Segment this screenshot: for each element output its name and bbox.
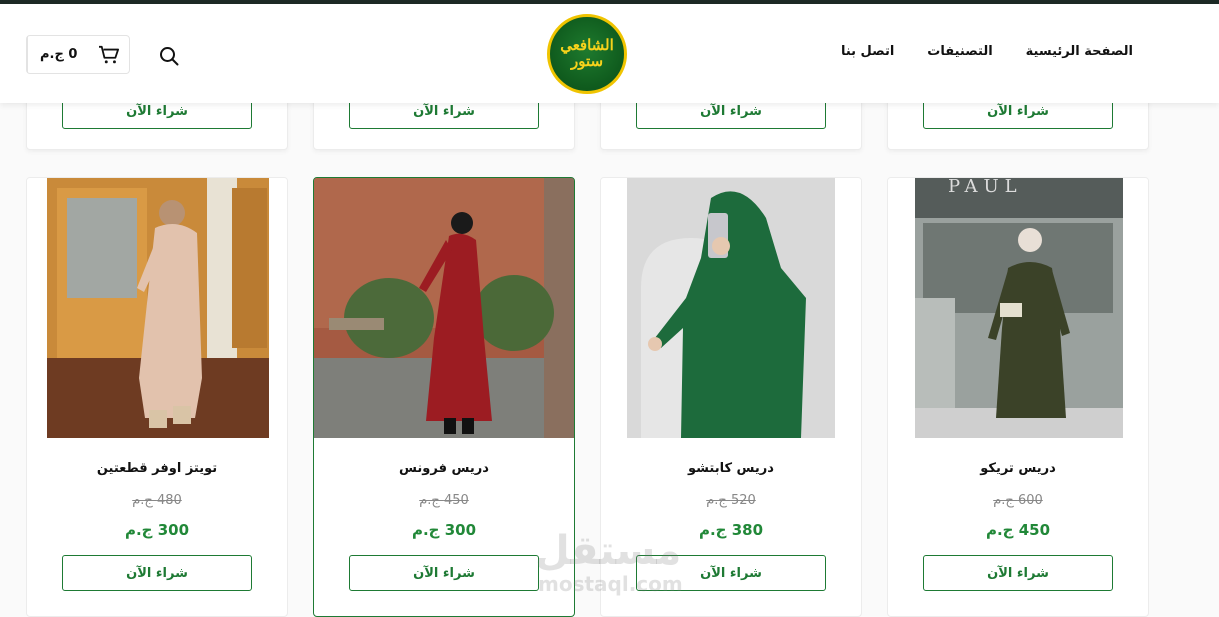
product-old-price: 480 ج.م — [132, 493, 182, 508]
product-name[interactable]: تويتز اوفر قطعتين — [27, 461, 287, 476]
buy-now-button[interactable]: شراء الآن — [349, 555, 539, 591]
nav-contact[interactable]: اتصل بنا — [841, 44, 894, 59]
site-header: 0 ج.م الشافعي ستور الصفحة الرئيسية التصن… — [0, 4, 1219, 103]
watermark-url: mostaql.com — [538, 572, 683, 596]
product-price: 450 ج.م — [985, 521, 1051, 539]
svg-text:PAUL: PAUL — [948, 178, 1023, 197]
store-logo[interactable]: الشافعي ستور — [547, 14, 627, 94]
product-image[interactable]: PAUL — [888, 178, 1148, 438]
cart-widget[interactable]: 0 ج.م — [26, 35, 130, 74]
product-name[interactable]: دريس تريكو — [888, 461, 1148, 476]
cart-total: 0 ج.م — [27, 36, 89, 73]
product-old-price: 520 ج.م — [706, 493, 756, 508]
cart-icon — [99, 45, 120, 63]
product-card[interactable]: PAUL دريس تريكو 600 ج.م 450 ج.م شراء الآ… — [887, 177, 1149, 617]
product-image[interactable] — [27, 178, 287, 438]
product-price: 300 ج.م — [124, 521, 190, 539]
nav-home[interactable]: الصفحة الرئيسية — [1026, 44, 1133, 59]
buy-now-button[interactable]: شراء الآن — [923, 555, 1113, 591]
product-image[interactable] — [314, 178, 574, 438]
logo-text-2: ستور — [570, 52, 604, 70]
search-icon — [160, 47, 179, 66]
product-image[interactable] — [601, 178, 861, 438]
product-name[interactable]: دريس كابتشو — [601, 461, 861, 476]
watermark: مستقل — [535, 528, 682, 574]
buy-now-button[interactable]: شراء الآن — [62, 555, 252, 591]
product-name[interactable]: دريس فرونس — [314, 461, 574, 476]
product-old-price: 450 ج.م — [419, 493, 469, 508]
product-card[interactable]: تويتز اوفر قطعتين 480 ج.م 300 ج.م شراء ا… — [26, 177, 288, 617]
nav-categories[interactable]: التصنيفات — [927, 44, 992, 59]
search-button[interactable] — [158, 45, 180, 67]
main-nav: الصفحة الرئيسية التصنيفات اتصل بنا — [841, 44, 1133, 59]
cart-button[interactable] — [89, 36, 129, 73]
product-old-price: 600 ج.م — [993, 493, 1043, 508]
